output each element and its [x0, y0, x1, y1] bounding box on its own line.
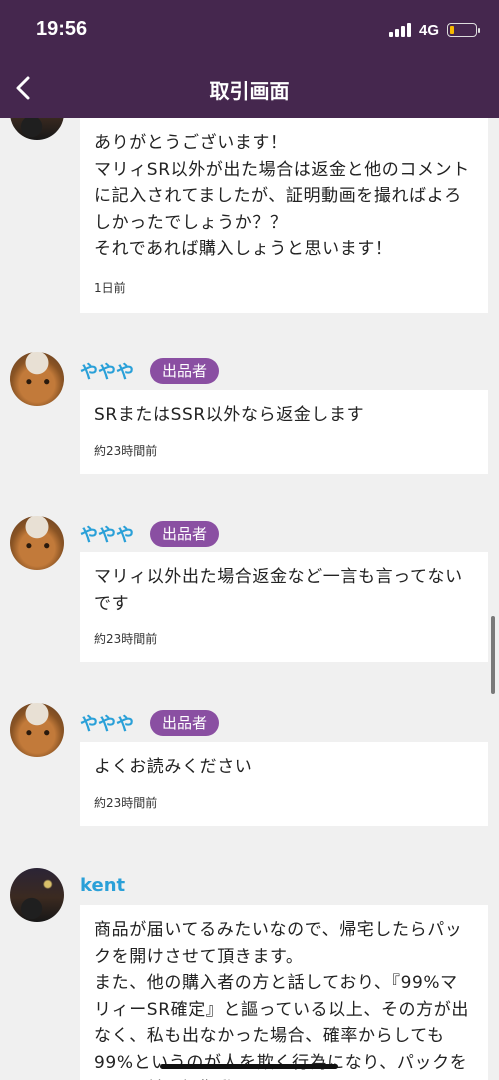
message-time: 約23時間前: [94, 796, 158, 810]
message-list[interactable]: ありがとうございます！ マリィSR以外が出た場合は返金と他のコメントに記入されて…: [0, 118, 499, 1080]
seller-badge: 出品者: [150, 358, 220, 384]
message-card: 商品が届いてるみたいなので、帰宅したらパックを開けさせて頂きます。 また、他の購…: [80, 905, 488, 1080]
username[interactable]: ややや: [80, 358, 134, 384]
seller-badge: 出品者: [150, 521, 220, 547]
seller-badge: 出品者: [150, 710, 220, 736]
avatar[interactable]: [10, 516, 64, 570]
message-time: 約23時間前: [94, 444, 158, 458]
message-time: 1日前: [94, 281, 126, 295]
message-text: SRまたはSSR以外なら返金します: [94, 405, 365, 425]
message-text: ありがとうございます！ マリィSR以外が出た場合は返金と他のコメントに記入されて…: [94, 133, 470, 259]
message-card: よくお読みください 約23時間前: [80, 742, 488, 826]
message-card: ありがとうございます！ マリィSR以外が出た場合は返金と他のコメントに記入されて…: [80, 118, 488, 313]
message-card: マリィ以外出た場合返金など一言も言ってないです 約23時間前: [80, 552, 488, 662]
message-text: 商品が届いてるみたいなので、帰宅したらパックを開けさせて頂きます。 また、他の購…: [94, 920, 469, 1080]
avatar[interactable]: [10, 703, 64, 757]
message-text: よくお読みください: [94, 757, 253, 777]
message-time: 約23時間前: [94, 632, 158, 646]
home-indicator[interactable]: [160, 1064, 338, 1069]
message-text: マリィ以外出た場合返金など一言も言ってないです: [94, 567, 463, 614]
avatar[interactable]: [10, 118, 64, 140]
page-title: 取引画面: [209, 79, 290, 103]
username[interactable]: ややや: [80, 710, 134, 736]
avatar[interactable]: [10, 352, 64, 406]
username[interactable]: ややや: [80, 521, 134, 547]
status-time: 19:56: [36, 18, 88, 40]
username[interactable]: kent: [80, 875, 125, 896]
battery-icon: [447, 23, 480, 37]
battery-level: [450, 26, 454, 34]
status-bar: 19:56 4G: [0, 0, 499, 60]
signal-icon: [388, 23, 411, 37]
avatar[interactable]: [10, 868, 64, 922]
message-card: SRまたはSSR以外なら返金します 約23時間前: [80, 390, 488, 474]
scrollbar[interactable]: [491, 616, 495, 694]
network-type: 4G: [418, 21, 439, 39]
nav-bar: 取引画面: [0, 60, 499, 118]
status-icons: 4G: [388, 20, 480, 40]
